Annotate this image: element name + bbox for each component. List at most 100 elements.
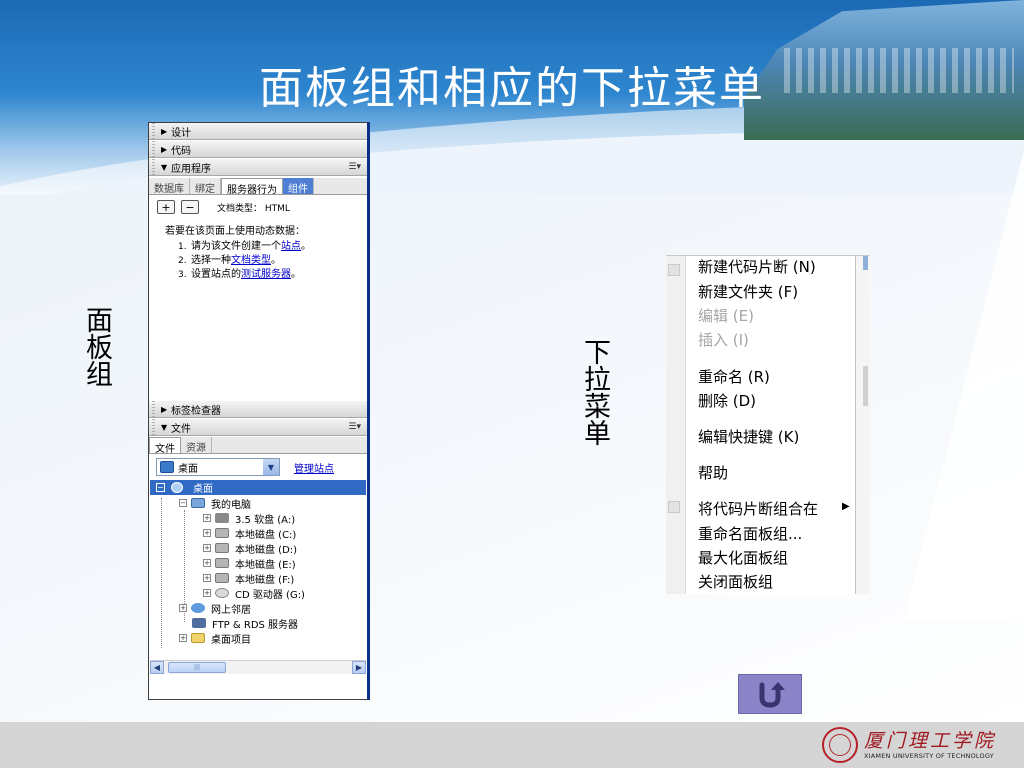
menu-item-group-with[interactable]: 将代码片断组合在 [698,498,818,519]
panel-title: 标签检查器 [171,405,221,417]
tree-item-label: 本地磁盘 (C:) [235,529,297,541]
collapse-icon[interactable]: − [179,499,187,507]
testing-server-link[interactable]: 测试服务器 [241,269,291,280]
step-suffix: 。 [291,269,301,280]
expand-icon[interactable]: + [203,514,211,522]
tree-item-cd-drive[interactable]: + CD 驱动器 (G:) [203,586,305,601]
menu-item-delete[interactable]: 删除 (D) [698,390,756,411]
expand-icon[interactable]: + [203,574,211,582]
tab-assets[interactable]: 资源 [181,437,212,454]
chevron-down-icon[interactable]: ▼ [263,459,279,475]
scrollbar-segment [863,366,868,406]
panel-header-files[interactable]: ▼ 文件 ☰▾ [149,419,367,436]
menu-right-scrollbar[interactable] [855,256,870,594]
manage-sites-link[interactable]: 管理站点 [294,460,334,475]
tree-item-desktop-items[interactable]: + 桌面项目 [179,631,251,646]
step-suffix: 。 [301,241,311,252]
panel-header-application[interactable]: ▼ 应用程序 ☰▾ [149,159,367,176]
tree-item-ftp-rds[interactable]: FTP & RDS 服务器 [192,616,298,631]
tab-components[interactable]: 组件 [283,178,314,195]
university-seal-icon [822,727,858,763]
gutter-box [668,264,680,276]
return-button[interactable] [738,674,802,714]
tree-item-disk-c[interactable]: + 本地磁盘 (C:) [203,526,297,541]
desktop-icon [171,482,183,493]
gutter-box [668,501,680,513]
scroll-thumb[interactable]: ||| [168,662,226,673]
collapse-icon[interactable]: − [156,483,165,492]
menu-item-edit: 编辑 (E) [698,307,754,325]
tree-item-label: 本地磁盘 (E:) [235,559,296,571]
menu-item-rename-panel-group[interactable]: 重命名面板组... [698,523,802,544]
tab-server-behaviors[interactable]: 服务器行为 [221,178,283,196]
expand-icon[interactable]: + [179,634,187,642]
grip-icon[interactable] [152,159,155,175]
grip-icon[interactable] [152,123,155,139]
document-type-link[interactable]: 文档类型 [231,255,271,266]
hard-disk-icon [215,558,229,568]
menu-item-maximize-panel-group[interactable]: 最大化面板组 [698,547,788,568]
tree-item-disk-d[interactable]: + 本地磁盘 (D:) [203,541,297,556]
tab-database[interactable]: 数据库 [149,178,190,195]
step-number: 2. [178,256,187,266]
triangle-right-icon: ▶ [161,144,168,154]
logo-chinese-name: 厦门理工学院 [864,730,997,752]
options-menu-icon[interactable]: ☰▾ [348,422,361,432]
add-behavior-button[interactable]: + [157,200,175,214]
expand-icon[interactable]: + [203,529,211,537]
menu-item-close-panel-group[interactable]: 关闭面板组 [698,571,773,592]
tree-item-label: CD 驱动器 (G:) [235,589,305,601]
panel-header-design[interactable]: ▶ 设计 [149,123,367,140]
site-link[interactable]: 站点 [281,241,301,252]
triangle-right-icon: ▶ [161,126,168,136]
folder-icon [191,633,205,643]
location-dropdown[interactable]: 桌面 ▼ [156,458,280,476]
step-text: 设置站点的测试服务器。 [191,269,301,281]
scrollbar-segment [863,256,868,270]
triangle-down-icon: ▼ [161,422,168,432]
expand-icon[interactable]: + [203,589,211,597]
tree-item-network[interactable]: + 网上邻居 [179,601,251,616]
grip-icon[interactable] [152,401,155,417]
hard-disk-icon [215,528,229,538]
scroll-left-icon[interactable]: ◀ [150,661,164,674]
step-text-body: 请为该文件创建一个 [191,241,281,252]
tab-bindings[interactable]: 绑定 [190,178,221,195]
scroll-right-icon[interactable]: ▶ [352,661,366,674]
grip-icon[interactable] [152,419,155,435]
grip-icon[interactable] [152,141,155,157]
menu-item-help[interactable]: 帮助 [698,462,728,483]
expand-icon[interactable]: + [203,559,211,567]
menu-left-gutter [666,256,686,594]
menu-item-new-snippet[interactable]: 新建代码片断 (N) [698,256,816,277]
hard-disk-icon [215,573,229,583]
remove-behavior-button[interactable]: − [181,200,199,214]
server-behaviors-toolbar: + − 文档类型： HTML [157,200,290,214]
panel-header-code[interactable]: ▶ 代码 [149,141,367,158]
step-text: 选择一种文档类型。 [191,255,281,267]
floppy-drive-icon [215,513,229,523]
step-suffix: 。 [271,255,281,266]
tab-files[interactable]: 文件 [149,437,181,455]
horizontal-scrollbar[interactable]: ◀ ||| ▶ [150,660,366,674]
network-icon [191,603,205,613]
menu-item-edit-shortcuts[interactable]: 编辑快捷键 (K) [698,426,799,447]
panel-options-dropdown-menu: 新建代码片断 (N) 新建文件夹 (F) 编辑 (E) 插入 (I) 重命名 (… [666,255,870,594]
tree-item-disk-e[interactable]: + 本地磁盘 (E:) [203,556,296,571]
panel-title: 文件 [171,423,191,435]
tree-item-desktop[interactable]: − 桌面 [150,480,366,495]
tree-item-my-computer[interactable]: − 我的电脑 [179,496,251,511]
tree-item-disk-f[interactable]: + 本地磁盘 (F:) [203,571,294,586]
tree-guide-line [161,498,162,648]
expand-icon[interactable]: + [179,604,187,612]
expand-icon[interactable]: + [203,544,211,552]
step-text-body: 选择一种 [191,255,231,266]
menu-separator [692,452,854,453]
menu-item-new-folder[interactable]: 新建文件夹 (F) [698,281,798,302]
menu-item-rename[interactable]: 重命名 (R) [698,366,770,387]
panel-header-tag-inspector[interactable]: ▶ 标签检查器 [149,401,367,418]
tree-item-label: 桌面项目 [211,634,251,646]
return-arrow-icon [759,682,785,708]
options-menu-icon[interactable]: ☰▾ [348,162,361,172]
tree-item-floppy[interactable]: + 3.5 软盘 (A:) [203,511,295,526]
